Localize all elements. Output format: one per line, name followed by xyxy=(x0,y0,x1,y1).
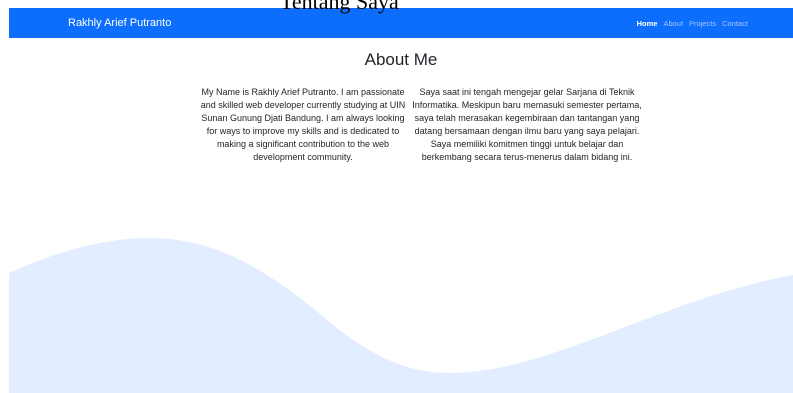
about-section: About Me My Name is Rakhly Arief Putrant… xyxy=(9,38,793,393)
nav-link-projects[interactable]: Projects xyxy=(689,19,716,28)
page: Tentang Saya Rakhly Arief Putranto Home … xyxy=(0,0,793,393)
navbar-brand[interactable]: Rakhly Arief Putranto xyxy=(68,17,171,29)
nav-link-contact[interactable]: Contact xyxy=(722,19,748,28)
about-paragraph-english: My Name is Rakhly Arief Putranto. I am p… xyxy=(200,87,406,162)
about-paragraph-indonesian: Saya saat ini tengah mengejar gelar Sarj… xyxy=(412,87,642,162)
decorative-wave xyxy=(9,238,793,393)
nav-links: Home About Projects Contact xyxy=(637,19,748,28)
wave-shape xyxy=(9,238,793,393)
nav-link-about[interactable]: About xyxy=(663,19,683,28)
about-title: About Me xyxy=(364,50,438,69)
overflow-heading: Tentang Saya xyxy=(280,0,399,14)
nav-link-home[interactable]: Home xyxy=(637,19,658,28)
navbar: Rakhly Arief Putranto Home About Project… xyxy=(9,8,793,38)
